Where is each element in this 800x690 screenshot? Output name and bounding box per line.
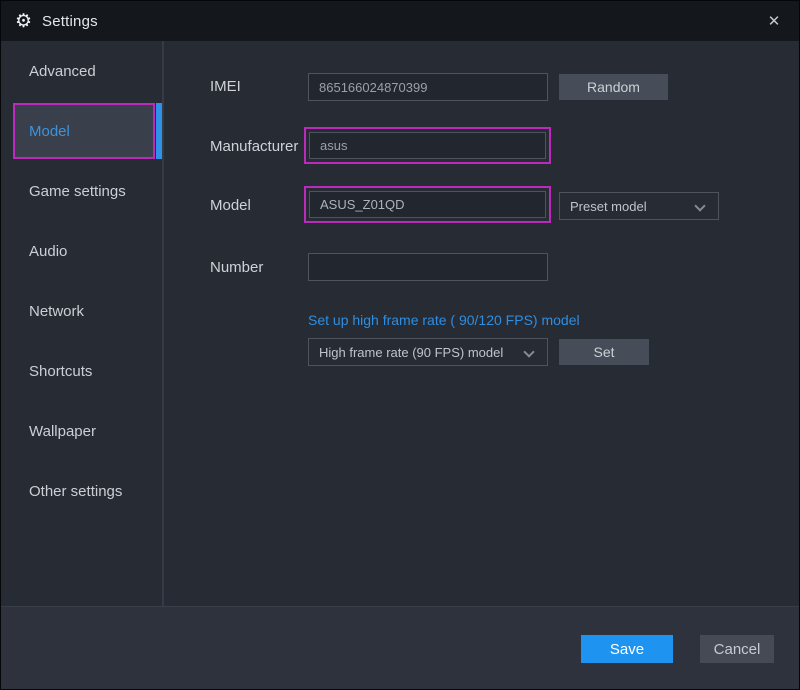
manufacturer-label: Manufacturer bbox=[210, 138, 299, 155]
cancel-button[interactable]: Cancel bbox=[700, 635, 774, 663]
sidebar-item-label[interactable]: Network bbox=[1, 281, 162, 341]
sidebar-item-label[interactable]: Shortcuts bbox=[1, 341, 162, 401]
model-highlight-box bbox=[304, 186, 551, 223]
random-button[interactable]: Random bbox=[559, 74, 668, 100]
sidebar-item-label[interactable]: Advanced bbox=[1, 41, 162, 101]
close-icon[interactable]: ✕ bbox=[761, 9, 787, 33]
sidebar-item-label[interactable]: Wallpaper bbox=[1, 401, 162, 461]
sidebar-item-network[interactable]: Network bbox=[1, 281, 162, 341]
model-settings-panel: IMEI Random Manufacturer Model Preset mo… bbox=[166, 41, 799, 606]
sidebar-item-shortcuts[interactable]: Shortcuts bbox=[1, 341, 162, 401]
number-input[interactable] bbox=[308, 253, 548, 281]
imei-label: IMEI bbox=[210, 78, 241, 95]
sidebar-item-label[interactable]: Audio bbox=[1, 221, 162, 281]
sidebar: Advanced Model Game settings Audio Netwo… bbox=[1, 41, 164, 606]
model-input[interactable] bbox=[309, 191, 546, 218]
preset-model-dropdown-value: Preset model bbox=[570, 198, 647, 214]
chevron-down-icon bbox=[523, 346, 535, 358]
number-label: Number bbox=[210, 259, 264, 276]
save-button[interactable]: Save bbox=[581, 635, 673, 663]
chevron-down-icon bbox=[694, 200, 706, 212]
sidebar-item-wallpaper[interactable]: Wallpaper bbox=[1, 401, 162, 461]
preset-model-dropdown[interactable]: Preset model bbox=[559, 192, 719, 220]
sidebar-item-advanced[interactable]: Advanced bbox=[1, 41, 162, 101]
footer-bar: Save Cancel bbox=[1, 606, 799, 689]
high-frame-rate-dropdown[interactable]: High frame rate (90 FPS) model bbox=[308, 338, 548, 366]
sidebar-item-label[interactable]: Other settings bbox=[1, 461, 162, 521]
selected-accent-bar bbox=[156, 103, 162, 159]
settings-window: ⚙ Settings ✕ Advanced Model Game setting… bbox=[0, 0, 800, 690]
sidebar-item-label[interactable]: Game settings bbox=[1, 161, 162, 221]
imei-input[interactable] bbox=[308, 73, 548, 101]
sidebar-item-model[interactable]: Model bbox=[1, 101, 162, 161]
sidebar-item-game-settings[interactable]: Game settings bbox=[1, 161, 162, 221]
title-bar: ⚙ Settings ✕ bbox=[1, 1, 799, 41]
manufacturer-input[interactable] bbox=[309, 132, 546, 159]
manufacturer-highlight-box bbox=[304, 127, 551, 164]
sidebar-item-other-settings[interactable]: Other settings bbox=[1, 461, 162, 521]
high-frame-rate-link[interactable]: Set up high frame rate ( 90/120 FPS) mod… bbox=[308, 312, 580, 328]
gear-icon: ⚙ bbox=[15, 10, 33, 32]
sidebar-item-audio[interactable]: Audio bbox=[1, 221, 162, 281]
set-button[interactable]: Set bbox=[559, 339, 649, 365]
model-label: Model bbox=[210, 197, 251, 214]
sidebar-item-label[interactable]: Model bbox=[13, 103, 155, 159]
high-frame-rate-dropdown-value: High frame rate (90 FPS) model bbox=[319, 344, 504, 360]
window-title: Settings bbox=[42, 12, 98, 30]
